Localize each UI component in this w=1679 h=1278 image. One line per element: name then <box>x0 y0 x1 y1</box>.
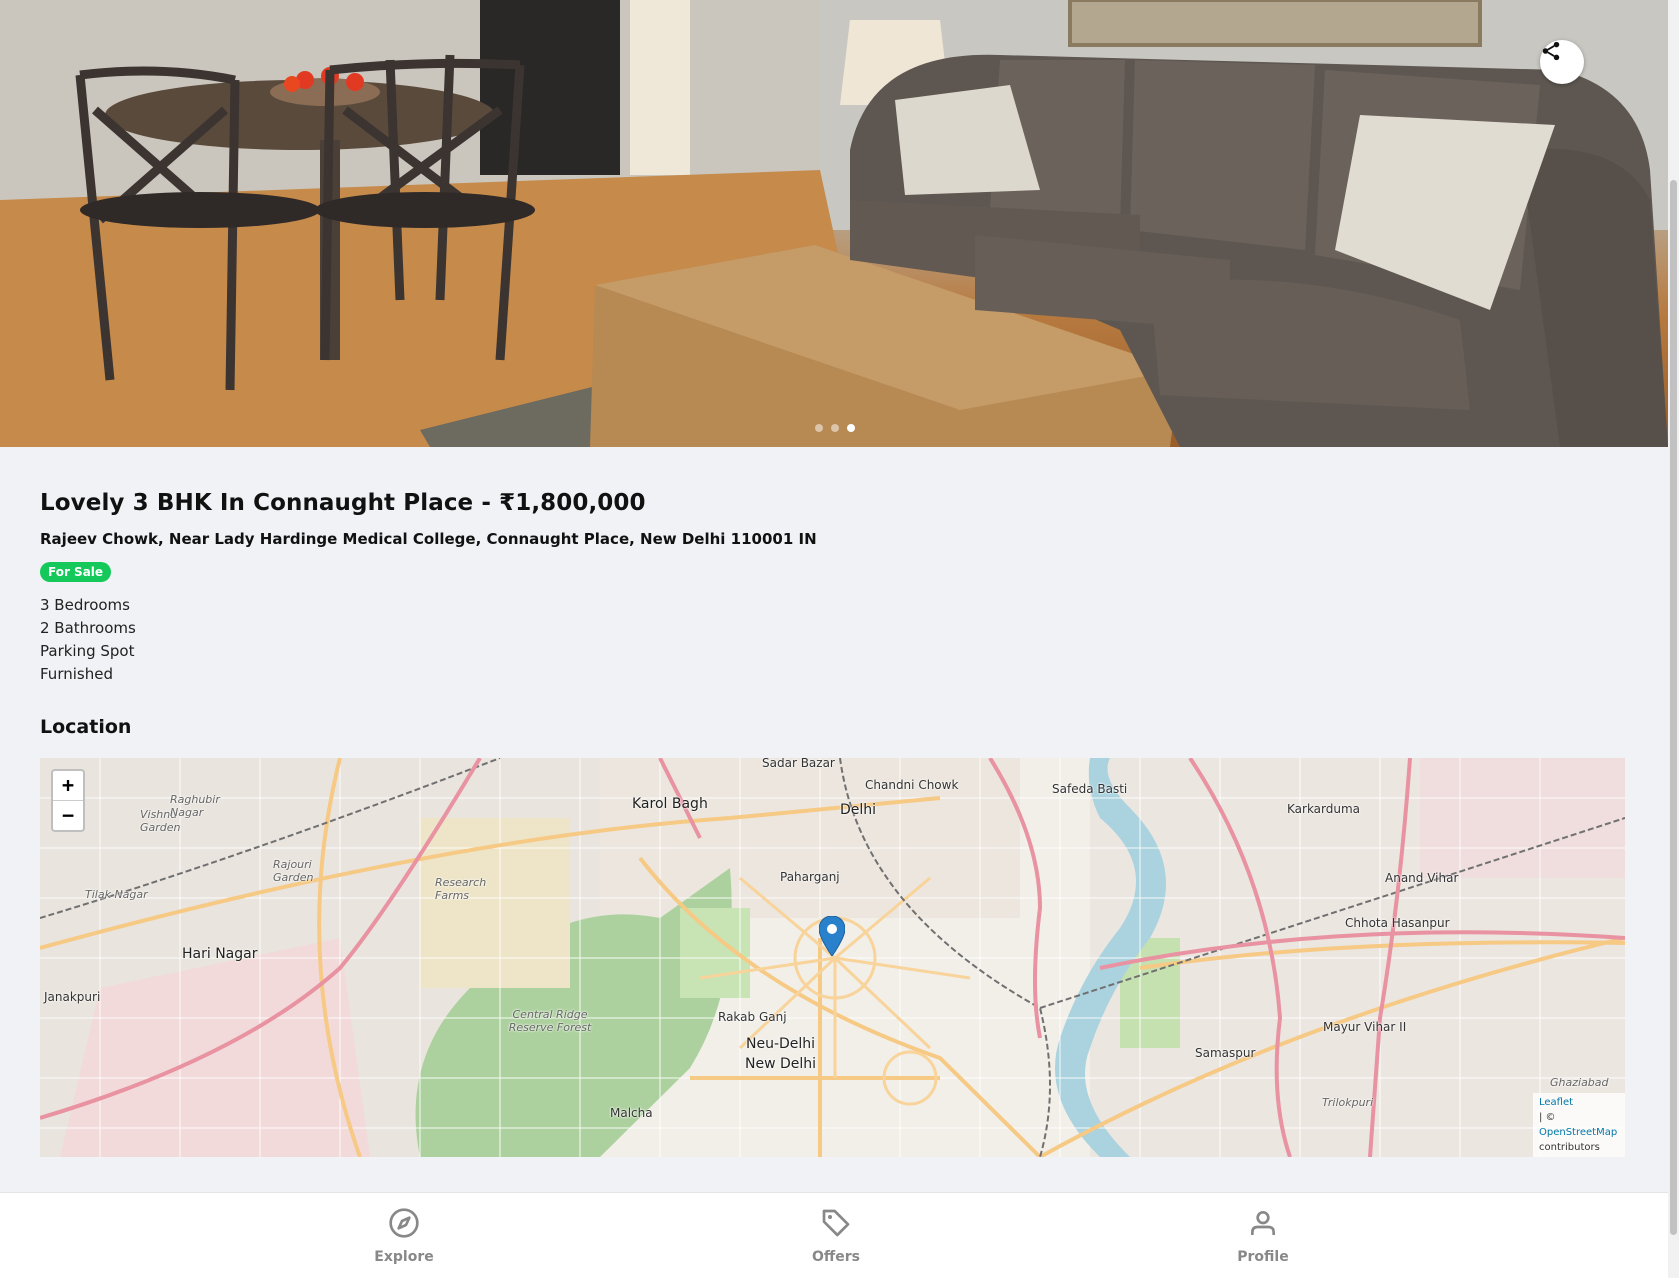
nav-profile[interactable]: Profile <box>1203 1207 1323 1265</box>
user-icon <box>1251 1211 1275 1235</box>
map-marker-icon[interactable] <box>819 916 845 956</box>
status-badge: For Sale <box>40 562 112 582</box>
map-label: Karol Bagh <box>632 796 708 812</box>
map-label: Sadar Bazar <box>762 758 835 770</box>
map-label: Janakpuri <box>44 990 101 1004</box>
map-label: Ghaziabad <box>1550 1076 1609 1089</box>
map-label: Tilak Nagar <box>85 888 148 901</box>
compass-icon <box>389 1208 419 1238</box>
nav-explore-label: Explore <box>374 1249 434 1265</box>
living-room-photo <box>0 0 1668 447</box>
zoom-control: + − <box>51 769 85 832</box>
feature-item: 2 Bathrooms <box>40 619 136 637</box>
share-icon <box>1542 41 1560 61</box>
map-label: Rakab Ganj <box>718 1010 787 1024</box>
property-photo[interactable] <box>0 0 1668 447</box>
map-label: Delhi <box>840 802 877 818</box>
nav-offers-label: Offers <box>812 1249 860 1265</box>
listing-details: Lovely 3 BHK In Connaught Place - ₹1,800… <box>40 490 1625 738</box>
map-label: Hari Nagar <box>182 946 258 962</box>
map-label: Samaspur <box>1195 1046 1256 1060</box>
nav-explore[interactable]: Explore <box>344 1207 464 1265</box>
leaflet-link[interactable]: Leaflet <box>1539 1097 1573 1108</box>
map-label: Chhota Hasanpur <box>1345 916 1450 930</box>
zoom-out-button[interactable]: − <box>53 800 83 830</box>
nav-offers[interactable]: Offers <box>776 1207 896 1265</box>
carousel-indicators <box>815 424 855 432</box>
map-label: Research Farms <box>435 876 487 902</box>
map-label: Chandni Chowk <box>865 778 959 792</box>
map-label: Neu-Delhi <box>746 1036 816 1052</box>
zoom-in-button[interactable]: + <box>53 771 83 800</box>
carousel-dot-active[interactable] <box>847 424 855 432</box>
osm-link[interactable]: OpenStreetMap <box>1539 1127 1617 1138</box>
share-button[interactable] <box>1540 40 1584 84</box>
map-label: Anand Vihar <box>1385 871 1459 885</box>
feature-item: Parking Spot <box>40 642 135 660</box>
location-map[interactable]: Sadar Bazar Karol Bagh Chandni Chowk Del… <box>40 758 1625 1157</box>
map-label: Rajouri Garden <box>273 858 314 884</box>
map-label: Malcha <box>610 1106 653 1120</box>
feature-list: 3 Bedrooms 2 Bathrooms Parking Spot Furn… <box>40 594 1625 686</box>
listing-title: Lovely 3 BHK In Connaught Place - ₹1,800… <box>40 490 646 516</box>
location-heading: Location <box>40 716 132 738</box>
nav-profile-label: Profile <box>1237 1249 1289 1265</box>
bottom-navigation: Explore Offers Profile <box>0 1192 1668 1278</box>
map-tiles <box>40 758 1625 1157</box>
map-label: Mayur Vihar II <box>1323 1020 1407 1034</box>
map-label: Karkarduma <box>1287 802 1361 816</box>
map-label: Safeda Basti <box>1052 782 1128 796</box>
map-label: Raghubir Nagar <box>170 793 220 819</box>
map-label: New Delhi <box>745 1056 817 1072</box>
carousel-dot[interactable] <box>831 424 839 432</box>
feature-item: Furnished <box>40 665 113 683</box>
scrollbar-thumb[interactable] <box>1670 180 1677 1235</box>
map-label: Paharganj <box>780 870 840 884</box>
map-attribution: Leaflet | © OpenStreetMap contributors <box>1533 1093 1625 1157</box>
listing-address: Rajeev Chowk, Near Lady Hardinge Medical… <box>40 530 817 548</box>
feature-item: 3 Bedrooms <box>40 596 130 614</box>
map-label: Central Ridge Reserve Forest <box>508 1008 592 1034</box>
attribution-suffix: contributors <box>1539 1142 1600 1153</box>
attribution-separator: | © <box>1539 1112 1556 1123</box>
map-label: Trilokpuri <box>1322 1096 1374 1109</box>
page-scrollbar[interactable] <box>1668 0 1679 1277</box>
tag-icon <box>822 1209 850 1237</box>
carousel-dot[interactable] <box>815 424 823 432</box>
